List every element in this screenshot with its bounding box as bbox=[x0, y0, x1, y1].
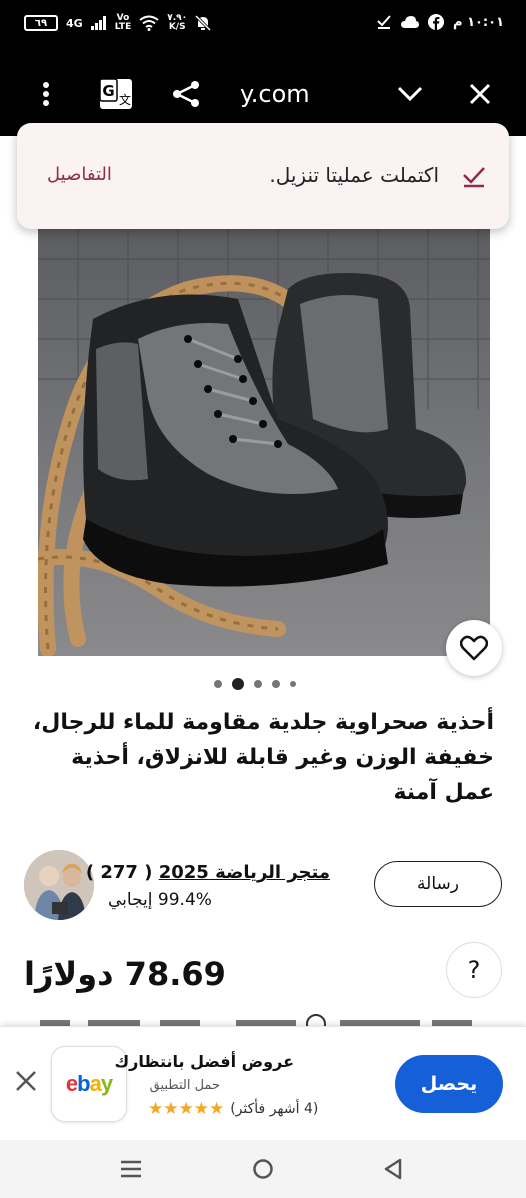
image-dot[interactable] bbox=[254, 680, 262, 688]
translate-icon: G文 bbox=[99, 78, 132, 109]
seller-name-row[interactable]: متجر الرياضة 2025 ( 277 ) bbox=[86, 862, 330, 883]
help-button[interactable]: ? bbox=[446, 942, 502, 998]
close-banner-button[interactable] bbox=[12, 1067, 40, 1095]
image-dot[interactable] bbox=[214, 680, 222, 688]
question-icon: ? bbox=[467, 956, 481, 984]
rating-stars-icon: ★★★★★ bbox=[148, 1099, 225, 1119]
seller-name[interactable]: متجر الرياضة 2025 bbox=[159, 862, 330, 883]
back-button[interactable] bbox=[378, 1156, 408, 1182]
ebay-logo: ebay bbox=[65, 1071, 113, 1096]
message-seller-button[interactable]: رسالة bbox=[374, 861, 502, 907]
product-title: أحذية صحراوية جلدية مقاومة للماء للرجال،… bbox=[32, 710, 494, 805]
chevron-down-icon bbox=[397, 86, 423, 102]
share-button[interactable] bbox=[166, 74, 206, 114]
seller-rating-count: ( 277 ) bbox=[85, 862, 153, 883]
expand-button[interactable] bbox=[390, 74, 430, 114]
details-link[interactable]: التفاصيل bbox=[47, 164, 112, 185]
product-image[interactable] bbox=[38, 229, 490, 656]
app-install-banner: ebay عروض أفضل بانتظارك حمل التطبيق ★★★★… bbox=[0, 1026, 526, 1140]
mute-bell-icon bbox=[195, 15, 212, 31]
translate-button[interactable]: G文 bbox=[96, 74, 136, 114]
download-done-icon bbox=[461, 163, 487, 193]
home-circle-icon bbox=[253, 1159, 273, 1179]
banner-rating: ★★★★★ (4 أشهر فأكثر) bbox=[148, 1099, 318, 1119]
more-vert-icon bbox=[43, 82, 49, 106]
more-options-button[interactable] bbox=[26, 74, 66, 114]
data-speed: ٧.٩٠ K/S bbox=[167, 13, 188, 32]
menu-icon bbox=[121, 1160, 141, 1178]
image-pagination-dots bbox=[214, 678, 296, 690]
boots-photo bbox=[38, 229, 490, 656]
volte-indicator: Vo LTE bbox=[114, 13, 132, 32]
share-icon bbox=[173, 81, 199, 107]
cutoff-content bbox=[40, 1014, 480, 1026]
close-tab-button[interactable] bbox=[460, 74, 500, 114]
url-text[interactable]: y.com bbox=[240, 80, 310, 108]
image-dot[interactable] bbox=[290, 681, 296, 687]
heart-icon bbox=[460, 635, 488, 661]
rating-note: (4 أشهر فأكثر) bbox=[230, 1101, 319, 1117]
download-done-icon bbox=[377, 15, 391, 29]
snackbar-message: اكتملت عمليتا تنزيل. bbox=[269, 163, 439, 187]
battery-icon: ٦٩ bbox=[24, 15, 58, 31]
banner-subtitle: حمل التطبيق bbox=[149, 1078, 220, 1093]
image-dot-active[interactable] bbox=[232, 678, 244, 690]
network-type: 4G bbox=[66, 16, 83, 30]
status-bar: ٦٩ 4G Vo LTE ٧.٩٠ K/S ١٠:٠١ م bbox=[0, 0, 526, 54]
signal-icon bbox=[90, 16, 106, 30]
banner-title: عروض أفضل بانتظارك bbox=[114, 1052, 294, 1071]
clock: ١٠:٠١ م bbox=[453, 14, 504, 30]
home-button[interactable] bbox=[248, 1156, 278, 1182]
system-navigation-bar bbox=[0, 1140, 526, 1198]
back-triangle-icon bbox=[384, 1158, 402, 1180]
price: 78.69 دولارًا bbox=[24, 955, 226, 993]
close-icon bbox=[16, 1071, 36, 1091]
download-complete-snackbar: اكتملت عمليتا تنزيل. التفاصيل bbox=[17, 123, 509, 229]
seller-feedback: 99.4% إيجابي bbox=[108, 890, 212, 910]
add-to-watchlist-button[interactable] bbox=[446, 620, 502, 676]
cloud-icon bbox=[401, 16, 419, 28]
facebook-icon bbox=[428, 14, 444, 30]
seller-avatar[interactable] bbox=[24, 850, 94, 920]
recent-apps-button[interactable] bbox=[116, 1156, 146, 1182]
wifi-icon bbox=[139, 15, 159, 31]
svg-text:文: 文 bbox=[119, 92, 131, 107]
get-app-button[interactable]: يحصل bbox=[395, 1055, 503, 1113]
image-dot[interactable] bbox=[272, 680, 280, 688]
close-icon bbox=[469, 83, 491, 105]
svg-text:G: G bbox=[102, 82, 114, 100]
